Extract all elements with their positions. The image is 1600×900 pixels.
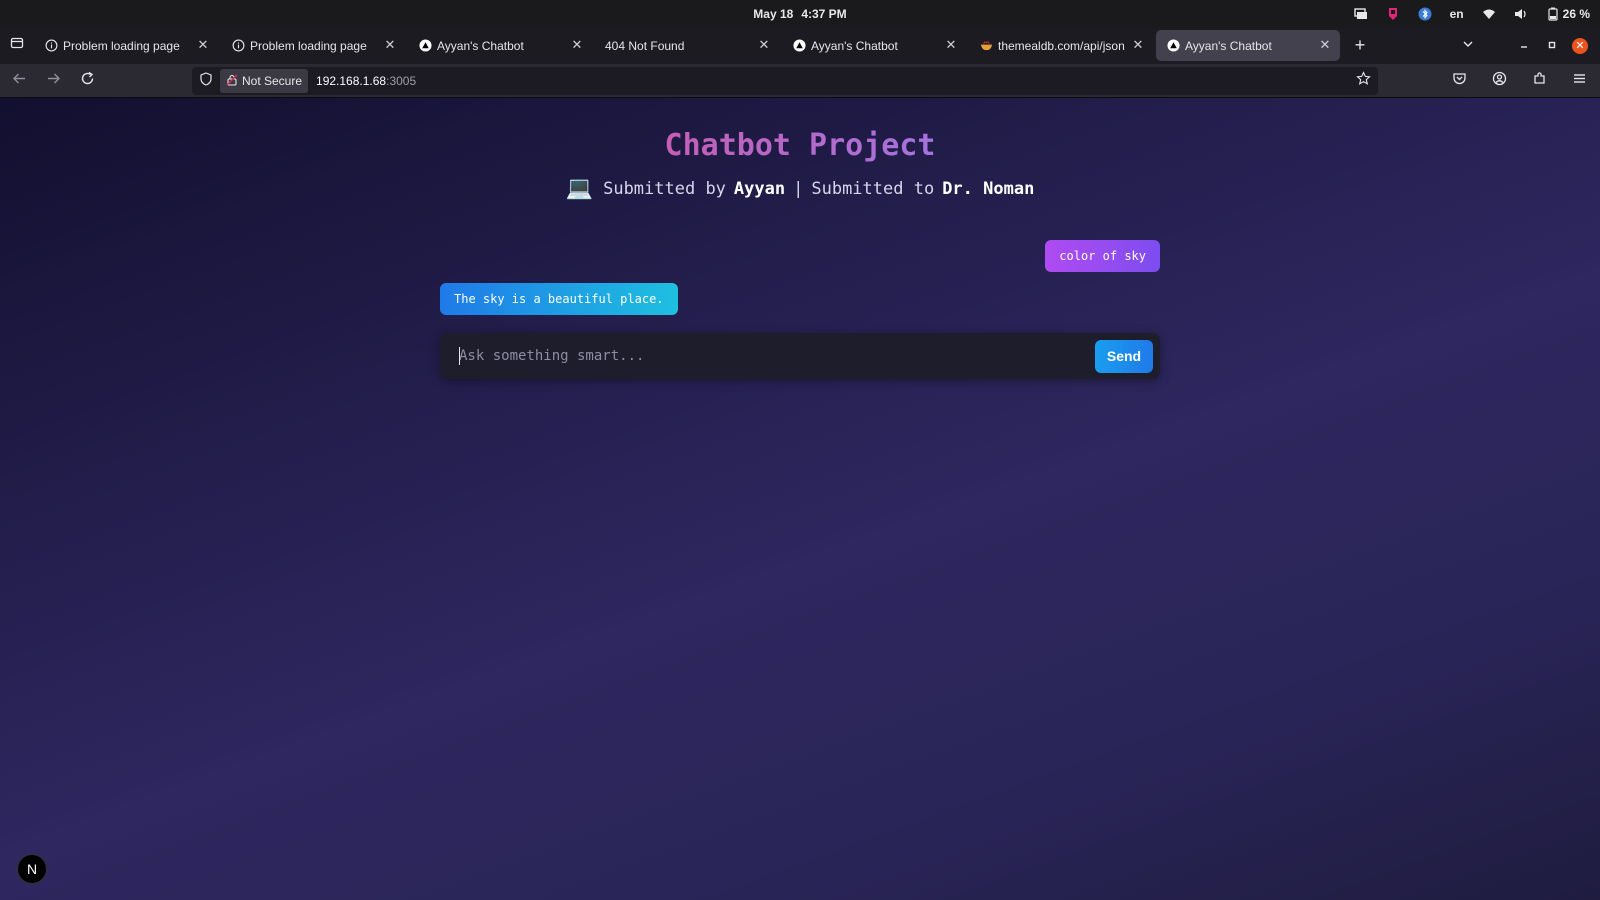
text-caret xyxy=(459,347,460,365)
app-tray-icon[interactable] xyxy=(1386,7,1400,21)
reload-icon xyxy=(80,71,95,91)
close-window-button[interactable]: ✕ xyxy=(1566,32,1594,60)
site-security-indicator[interactable]: Not Secure xyxy=(220,69,309,93)
bowl-icon xyxy=(979,39,993,53)
chat-input-row: Send xyxy=(440,333,1160,379)
chevron-down-icon xyxy=(1462,38,1474,53)
firefox-view-icon xyxy=(10,36,24,55)
extensions-button[interactable] xyxy=(1524,66,1554,96)
hamburger-menu-icon xyxy=(1572,71,1587,91)
navigation-bar: Not Secure 192.168.1.68:3005 xyxy=(0,64,1600,98)
triangle-logo-icon xyxy=(792,39,806,53)
url-port: :3005 xyxy=(386,74,417,88)
pocket-icon xyxy=(1452,71,1467,91)
tab-chatbot-2[interactable]: Ayyan's Chatbot ✕ xyxy=(782,30,966,61)
url-bar[interactable]: Not Secure 192.168.1.68:3005 xyxy=(192,67,1378,95)
tab-title: 404 Not Found xyxy=(605,38,685,53)
tab-close-icon[interactable]: ✕ xyxy=(1318,38,1332,52)
os-top-bar: May 18 4:37 PM en 26 % xyxy=(0,0,1600,27)
star-icon xyxy=(1355,71,1371,91)
info-icon xyxy=(44,39,58,53)
app-menu-button[interactable] xyxy=(1564,66,1594,96)
instructor-name: Dr. Noman xyxy=(942,178,1035,199)
tab-close-icon[interactable]: ✕ xyxy=(383,38,397,52)
back-button[interactable] xyxy=(4,66,34,96)
bluetooth-icon[interactable] xyxy=(1418,7,1432,21)
volume-icon[interactable] xyxy=(1514,7,1528,21)
bot-message-bubble: The sky is a beautiful place. xyxy=(440,283,678,315)
account-icon xyxy=(1492,71,1507,91)
send-button[interactable]: Send xyxy=(1095,339,1153,373)
reload-button[interactable] xyxy=(72,66,102,96)
author-name: Ayyan xyxy=(733,178,786,199)
arrow-right-icon xyxy=(46,71,61,91)
os-date: May 18 xyxy=(753,6,794,21)
maximize-button[interactable] xyxy=(1538,32,1566,60)
triangle-logo-icon xyxy=(1166,39,1180,53)
page-subtitle: 💻 Submitted by Ayyan | Submitted to Dr. … xyxy=(0,176,1600,201)
subtitle-separator: | xyxy=(793,178,804,199)
os-time: 4:37 PM xyxy=(801,6,847,21)
tab-title: Ayyan's Chatbot xyxy=(811,38,898,53)
page-viewport: Chatbot Project 💻 Submitted by Ayyan | S… xyxy=(0,98,1600,900)
tab-close-icon[interactable]: ✕ xyxy=(570,38,584,52)
info-icon xyxy=(231,39,245,53)
tab-themealdb[interactable]: themealdb.com/api/json/v ✕ xyxy=(969,30,1153,61)
tracking-protection-button[interactable] xyxy=(192,67,220,95)
tab-close-icon[interactable]: ✕ xyxy=(944,38,958,52)
close-icon: ✕ xyxy=(1572,37,1588,54)
os-clock[interactable]: May 18 4:37 PM xyxy=(753,7,846,21)
forward-button[interactable] xyxy=(38,66,68,96)
tab-strip: Problem loading page ✕ Problem loading p… xyxy=(0,27,1600,64)
tab-title: Problem loading page xyxy=(63,38,180,53)
tab-close-icon[interactable]: ✕ xyxy=(1131,38,1145,52)
url-host: 192.168.1.68 xyxy=(316,74,387,88)
security-label: Not Secure xyxy=(242,74,303,88)
window-controls: ✕ xyxy=(1454,27,1600,64)
laptop-icon: 💻 xyxy=(565,176,594,201)
tab-close-icon[interactable]: ✕ xyxy=(757,38,771,52)
battery-icon xyxy=(1546,7,1560,21)
os-tray: en 26 % xyxy=(1353,0,1590,27)
bookmark-button[interactable] xyxy=(1354,71,1372,91)
triangle-logo-icon xyxy=(418,39,432,53)
nextjs-dev-indicator[interactable]: N xyxy=(17,854,47,884)
plus-icon: + xyxy=(1354,35,1366,55)
tab-close-icon[interactable]: ✕ xyxy=(196,38,210,52)
url-text[interactable]: 192.168.1.68:3005 xyxy=(316,74,416,88)
tab-chatbot-1[interactable]: Ayyan's Chatbot ✕ xyxy=(408,30,592,61)
tab-404[interactable]: 404 Not Found ✕ xyxy=(595,30,779,61)
page-title: Chatbot Project xyxy=(0,128,1600,163)
shield-icon xyxy=(199,71,213,91)
screen-share-icon[interactable] xyxy=(1353,7,1368,21)
user-message-bubble: color of sky xyxy=(1045,240,1160,272)
account-button[interactable] xyxy=(1484,66,1514,96)
wifi-icon[interactable] xyxy=(1482,7,1496,21)
firefox-view-button[interactable] xyxy=(0,27,34,64)
minimize-button[interactable] xyxy=(1510,32,1538,60)
submitted-by-label: Submitted by xyxy=(603,178,726,199)
keyboard-language[interactable]: en xyxy=(1450,7,1464,21)
puzzle-icon xyxy=(1532,71,1547,91)
tab-title: Problem loading page xyxy=(250,38,367,53)
tab-problem-loading-2[interactable]: Problem loading page ✕ xyxy=(221,30,405,61)
tab-problem-loading-1[interactable]: Problem loading page ✕ xyxy=(34,30,218,61)
page-title-text: Chatbot Project xyxy=(664,128,936,163)
battery-percent: 26 % xyxy=(1562,6,1590,21)
tab-title: Ayyan's Chatbot xyxy=(437,38,524,53)
new-tab-button[interactable]: + xyxy=(1345,31,1375,61)
chat-message-input[interactable] xyxy=(440,333,1095,379)
toolbar-right xyxy=(1440,66,1594,96)
tab-title: themealdb.com/api/json/v xyxy=(998,38,1125,53)
battery-indicator[interactable]: 26 % xyxy=(1546,7,1590,21)
list-all-tabs-button[interactable] xyxy=(1454,32,1482,60)
minimize-icon xyxy=(1519,39,1529,53)
tab-chatbot-active[interactable]: Ayyan's Chatbot ✕ xyxy=(1156,30,1340,61)
maximize-icon xyxy=(1547,39,1557,53)
submitted-to-label: Submitted to xyxy=(811,178,935,199)
lock-insecure-icon xyxy=(226,74,238,89)
tab-title: Ayyan's Chatbot xyxy=(1185,38,1272,53)
pocket-button[interactable] xyxy=(1444,66,1474,96)
arrow-left-icon xyxy=(12,71,27,91)
